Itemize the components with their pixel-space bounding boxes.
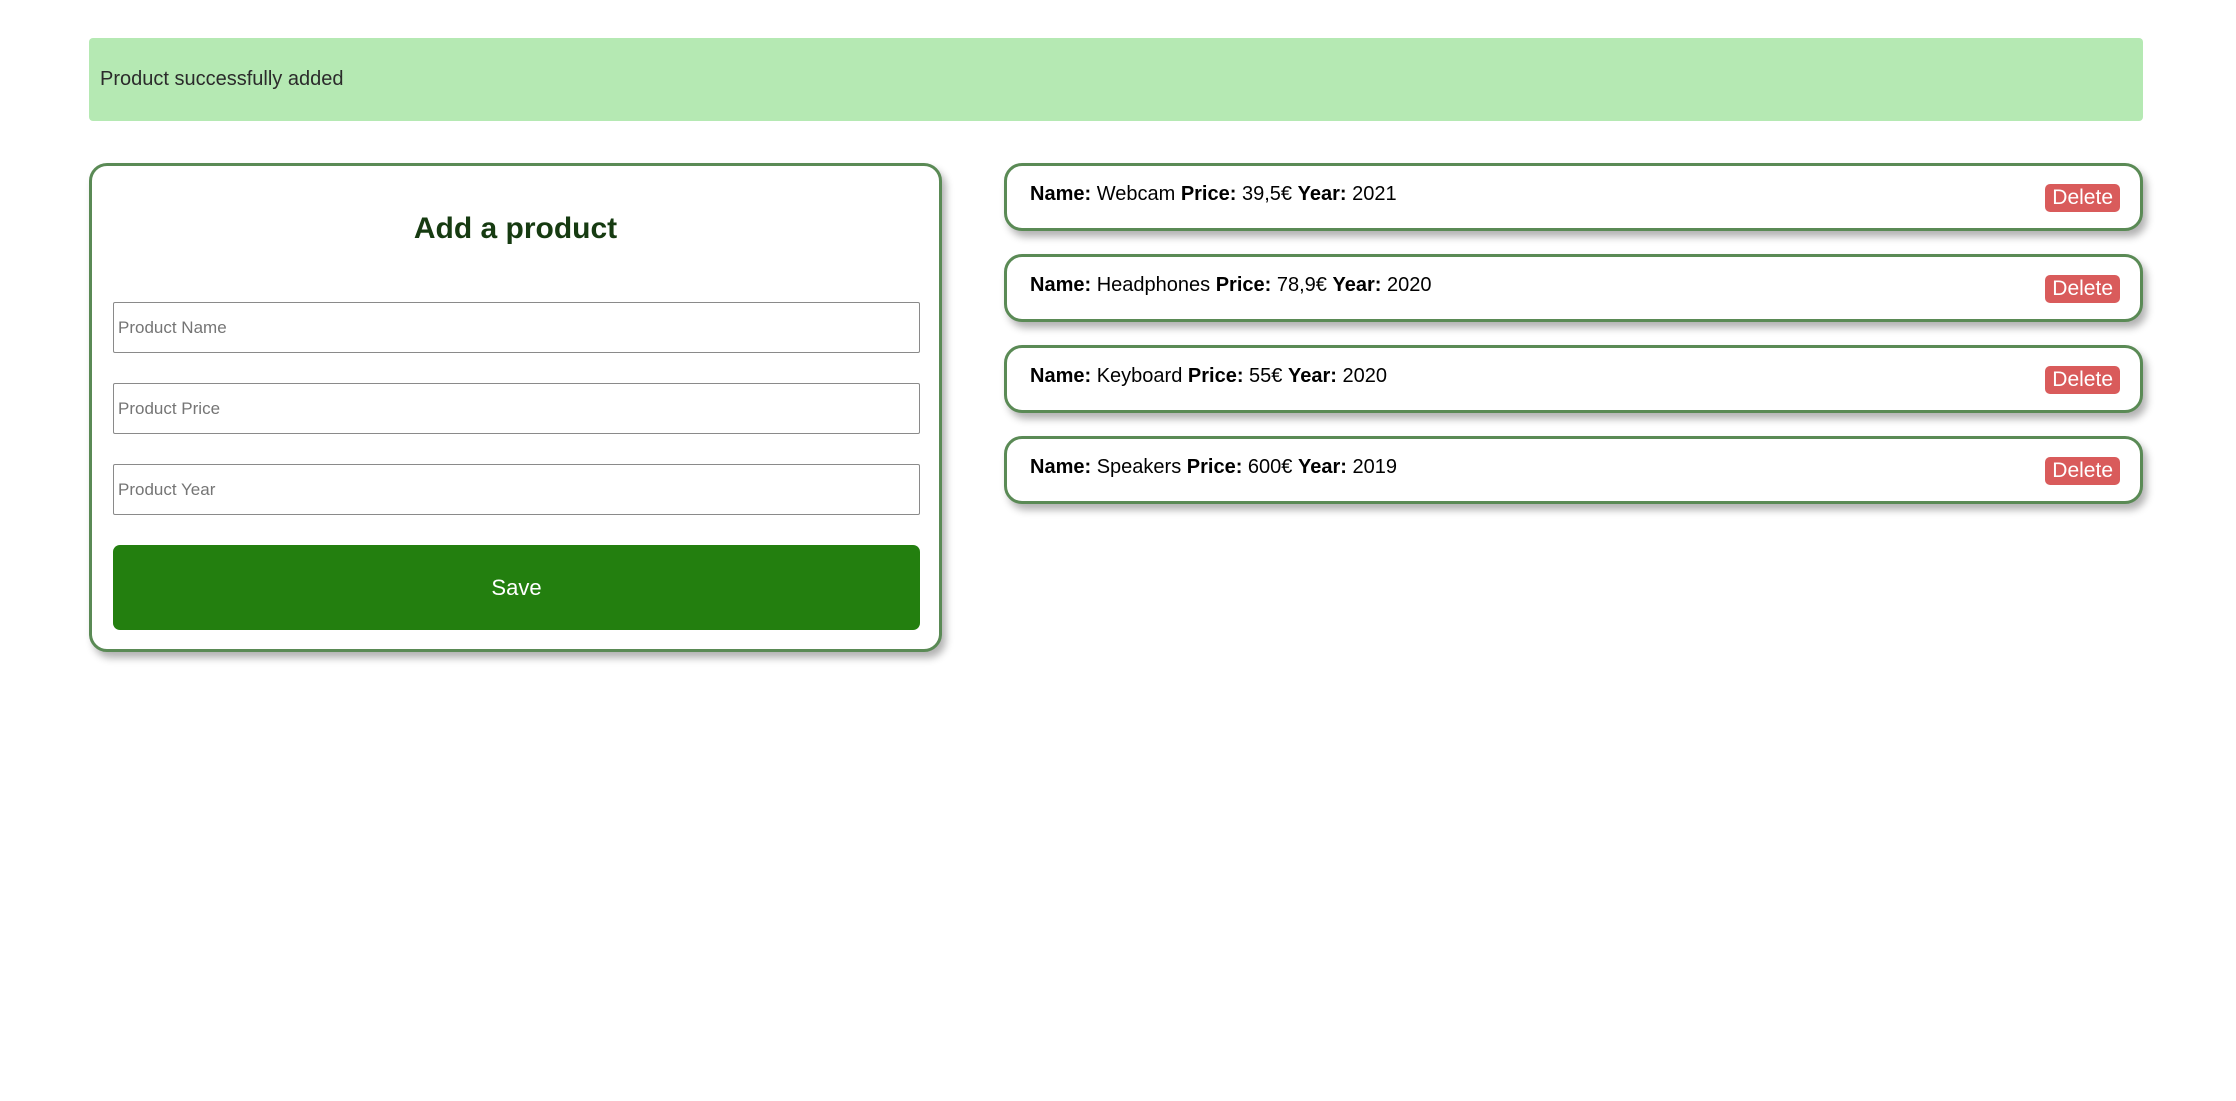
delete-button[interactable]: Delete [2045,457,2120,485]
product-year: 2020 [1342,365,1387,387]
product-name: Headphones [1096,274,1211,296]
product-name: Speakers [1096,456,1182,478]
name-label: Name: [1030,274,1092,296]
product-price: 39,5€ [1241,183,1293,205]
product-year: 2020 [1386,274,1432,296]
delete-button[interactable]: Delete [2045,184,2120,212]
product-year-input[interactable] [113,464,920,515]
price-label: Price: [1186,456,1243,478]
year-label: Year: [1287,365,1337,387]
year-label: Year: [1332,274,1382,296]
price-label: Price: [1180,183,1237,205]
year-label: Year: [1297,456,1347,478]
name-label: Name: [1030,183,1092,205]
product-info: Name: Headphones Price: 78,9€ Year: 2020 [1030,274,1431,297]
alert-message: Product successfully added [100,68,344,90]
product-card: Name: Webcam Price: 39,5€ Year: 2021 Del… [1004,163,2143,231]
success-alert: Product successfully added [89,38,2143,121]
delete-button[interactable]: Delete [2045,366,2120,394]
product-info: Name: Speakers Price: 600€ Year: 2019 [1030,456,1397,479]
product-price: 600€ [1247,456,1293,478]
product-info: Name: Webcam Price: 39,5€ Year: 2021 [1030,183,1397,206]
year-label: Year: [1297,183,1347,205]
product-price: 55€ [1249,365,1283,387]
name-label: Name: [1030,456,1092,478]
product-price: 78,9€ [1276,274,1327,296]
save-button[interactable]: Save [113,545,920,630]
add-product-form: Add a product Save [89,163,942,652]
name-label: Name: [1030,365,1092,387]
product-card: Name: Headphones Price: 78,9€ Year: 2020… [1004,254,2143,322]
product-name: Webcam [1096,183,1176,205]
form-title: Add a product [413,212,618,245]
product-year: 2021 [1352,183,1397,205]
product-name-input[interactable] [113,302,920,353]
product-card: Name: Speakers Price: 600€ Year: 2019 De… [1004,436,2143,504]
product-price-input[interactable] [113,383,920,434]
delete-button[interactable]: Delete [2045,275,2120,303]
price-label: Price: [1215,274,1272,296]
product-info: Name: Keyboard Price: 55€ Year: 2020 [1030,365,1387,388]
product-name: Keyboard [1096,365,1183,387]
price-label: Price: [1187,365,1244,387]
product-card: Name: Keyboard Price: 55€ Year: 2020 Del… [1004,345,2143,413]
product-year: 2019 [1352,456,1397,478]
